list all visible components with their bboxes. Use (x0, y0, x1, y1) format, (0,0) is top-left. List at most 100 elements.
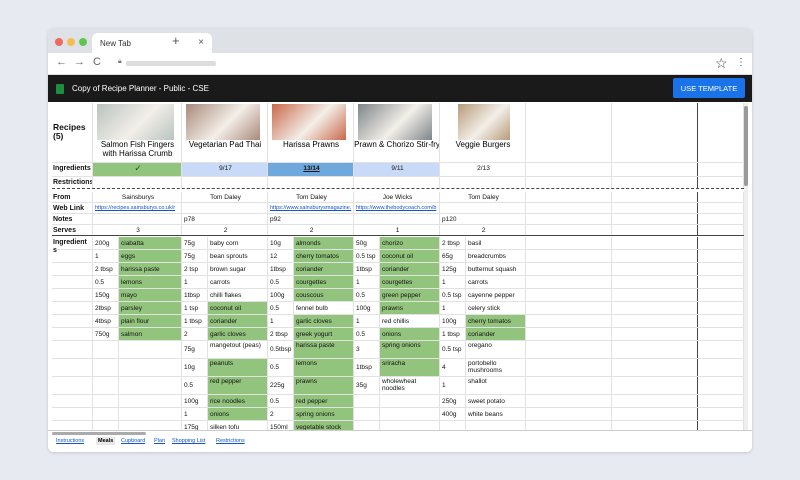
ingredient-name-cell[interactable]: brown sugar (208, 263, 268, 275)
zoom-window-dot[interactable] (79, 38, 87, 46)
ingredient-name-cell[interactable]: sweet potato (466, 395, 526, 407)
empty-cell[interactable] (526, 103, 612, 162)
ingredient-name-cell[interactable]: prawns (294, 377, 354, 394)
ingredient-name-cell[interactable]: onions (380, 328, 440, 340)
quantity-cell[interactable]: 1tbsp (268, 263, 294, 275)
quantity-cell[interactable] (93, 359, 119, 376)
quantity-cell[interactable]: 2 tsp (182, 263, 208, 275)
quantity-cell[interactable]: 0.5 tsp (440, 341, 466, 358)
ingredient-name-cell[interactable]: harissa paste (119, 263, 182, 275)
ingredient-name-cell[interactable]: portobello mushrooms (466, 359, 526, 376)
notes-cell[interactable]: p92 (268, 214, 354, 224)
ingredient-name-cell[interactable]: bean sprouts (208, 250, 268, 262)
empty-cell[interactable] (612, 250, 698, 262)
ingredient-name-cell[interactable]: lemons (294, 359, 354, 376)
ingredient-name-cell[interactable]: spring onions (380, 341, 440, 358)
quantity-cell[interactable]: 0.5 (93, 276, 119, 288)
ingredients-status-cell[interactable]: 9/17 (182, 163, 268, 176)
quantity-cell[interactable]: 1 (440, 276, 466, 288)
empty-cell[interactable] (612, 177, 698, 188)
empty-cell[interactable] (526, 377, 612, 394)
quantity-cell[interactable]: 1 (440, 302, 466, 314)
quantity-cell[interactable]: 150g (93, 289, 119, 301)
quantity-cell[interactable]: 0.5 (354, 328, 380, 340)
tab-shopping-list[interactable]: Shopping List (172, 438, 205, 444)
ingredient-name-cell[interactable]: basil (466, 237, 526, 249)
quantity-cell[interactable]: 1tbsp (182, 289, 208, 301)
bookmark-star-icon[interactable]: ☆ (715, 55, 728, 72)
serves-cell[interactable]: 2 (440, 225, 526, 235)
tab-plan[interactable]: Plan (154, 438, 165, 444)
quantity-cell[interactable]: 0.5 (268, 395, 294, 407)
ingredient-name-cell[interactable]: plain flour (119, 315, 182, 327)
empty-cell[interactable] (526, 289, 612, 301)
ingredient-name-cell[interactable]: carrots (208, 276, 268, 288)
quantity-cell[interactable]: 4 (440, 359, 466, 376)
empty-cell[interactable] (526, 408, 612, 420)
notes-cell[interactable] (93, 214, 182, 224)
quantity-cell[interactable]: 1 (268, 315, 294, 327)
web-link-cell[interactable]: https://www.sainsburysmagazine. (268, 203, 354, 213)
quantity-cell[interactable]: 250g (440, 395, 466, 407)
vertical-scrollbar-thumb[interactable] (744, 106, 748, 186)
from-cell[interactable]: Tom Daley (440, 192, 526, 202)
minimize-window-dot[interactable] (67, 38, 75, 46)
ingredient-name-cell[interactable]: chorizo (380, 237, 440, 249)
browser-tab[interactable]: New Tab × (92, 33, 212, 53)
ingredient-name-cell[interactable]: salmon (119, 328, 182, 340)
empty-cell[interactable] (526, 341, 612, 358)
back-icon[interactable]: ← (56, 56, 67, 68)
quantity-cell[interactable]: 10g (182, 359, 208, 376)
empty-cell[interactable] (698, 341, 744, 358)
ingredient-name-cell[interactable] (119, 395, 182, 407)
recipe-column-header[interactable]: Prawn & Chorizo Stir-fry (354, 103, 440, 162)
ingredient-name-cell[interactable] (119, 377, 182, 394)
quantity-cell[interactable]: 1 (440, 377, 466, 394)
quantity-cell[interactable]: 0.5 (182, 377, 208, 394)
empty-cell[interactable] (526, 359, 612, 376)
empty-cell[interactable] (612, 203, 698, 213)
serves-cell[interactable]: 1 (354, 225, 440, 235)
ingredient-name-cell[interactable]: coconut oil (208, 302, 268, 314)
quantity-cell[interactable]: 2tbsp (93, 302, 119, 314)
ingredient-name-cell[interactable]: peanuts (208, 359, 268, 376)
ingredient-name-cell[interactable]: eggs (119, 250, 182, 262)
ingredient-name-cell[interactable]: cherry tomatos (466, 315, 526, 327)
quantity-cell[interactable]: 750g (93, 328, 119, 340)
empty-cell[interactable] (526, 276, 612, 288)
ingredient-name-cell[interactable]: green pepper (380, 289, 440, 301)
ingredient-name-cell[interactable] (119, 341, 182, 358)
empty-cell[interactable] (526, 177, 612, 188)
empty-cell[interactable] (612, 328, 698, 340)
ingredient-name-cell[interactable]: lemons (119, 276, 182, 288)
ingredient-name-cell[interactable]: carrots (466, 276, 526, 288)
quantity-cell[interactable]: 75g (182, 237, 208, 249)
ingredient-name-cell[interactable] (380, 395, 440, 407)
reload-icon[interactable]: C (93, 56, 101, 68)
serves-cell[interactable]: 2 (182, 225, 268, 235)
ingredient-name-cell[interactable]: parsley (119, 302, 182, 314)
ingredient-name-cell[interactable]: celery stick (466, 302, 526, 314)
quantity-cell[interactable]: 0.5 (268, 276, 294, 288)
notes-cell[interactable]: p120 (440, 214, 526, 224)
quantity-cell[interactable]: 100g (354, 302, 380, 314)
ingredients-status-cell[interactable]: 9/11 (354, 163, 440, 176)
serves-cell[interactable]: 2 (268, 225, 354, 235)
empty-cell[interactable] (612, 408, 698, 420)
quantity-cell[interactable] (354, 408, 380, 420)
quantity-cell[interactable]: 1 tsp (182, 302, 208, 314)
empty-cell[interactable] (698, 377, 744, 394)
browser-menu-icon[interactable]: ⋮ (736, 57, 746, 68)
close-window-dot[interactable] (55, 38, 63, 46)
quantity-cell[interactable]: 75g (182, 250, 208, 262)
empty-cell[interactable] (526, 192, 612, 202)
ingredient-name-cell[interactable]: coriander (208, 315, 268, 327)
tab-cupboard[interactable]: Cupboard (121, 438, 145, 444)
from-cell[interactable]: Sainsburys (93, 192, 182, 202)
web-link-cell[interactable]: https://recipes.sainsburys.co.uk/r (93, 203, 182, 213)
web-link-cell[interactable]: https://www.thebodycoach.com/b (354, 203, 440, 213)
empty-cell[interactable] (612, 341, 698, 358)
empty-cell[interactable] (526, 225, 612, 235)
ingredient-name-cell[interactable]: red pepper (294, 395, 354, 407)
ingredient-name-cell[interactable]: courgettes (294, 276, 354, 288)
